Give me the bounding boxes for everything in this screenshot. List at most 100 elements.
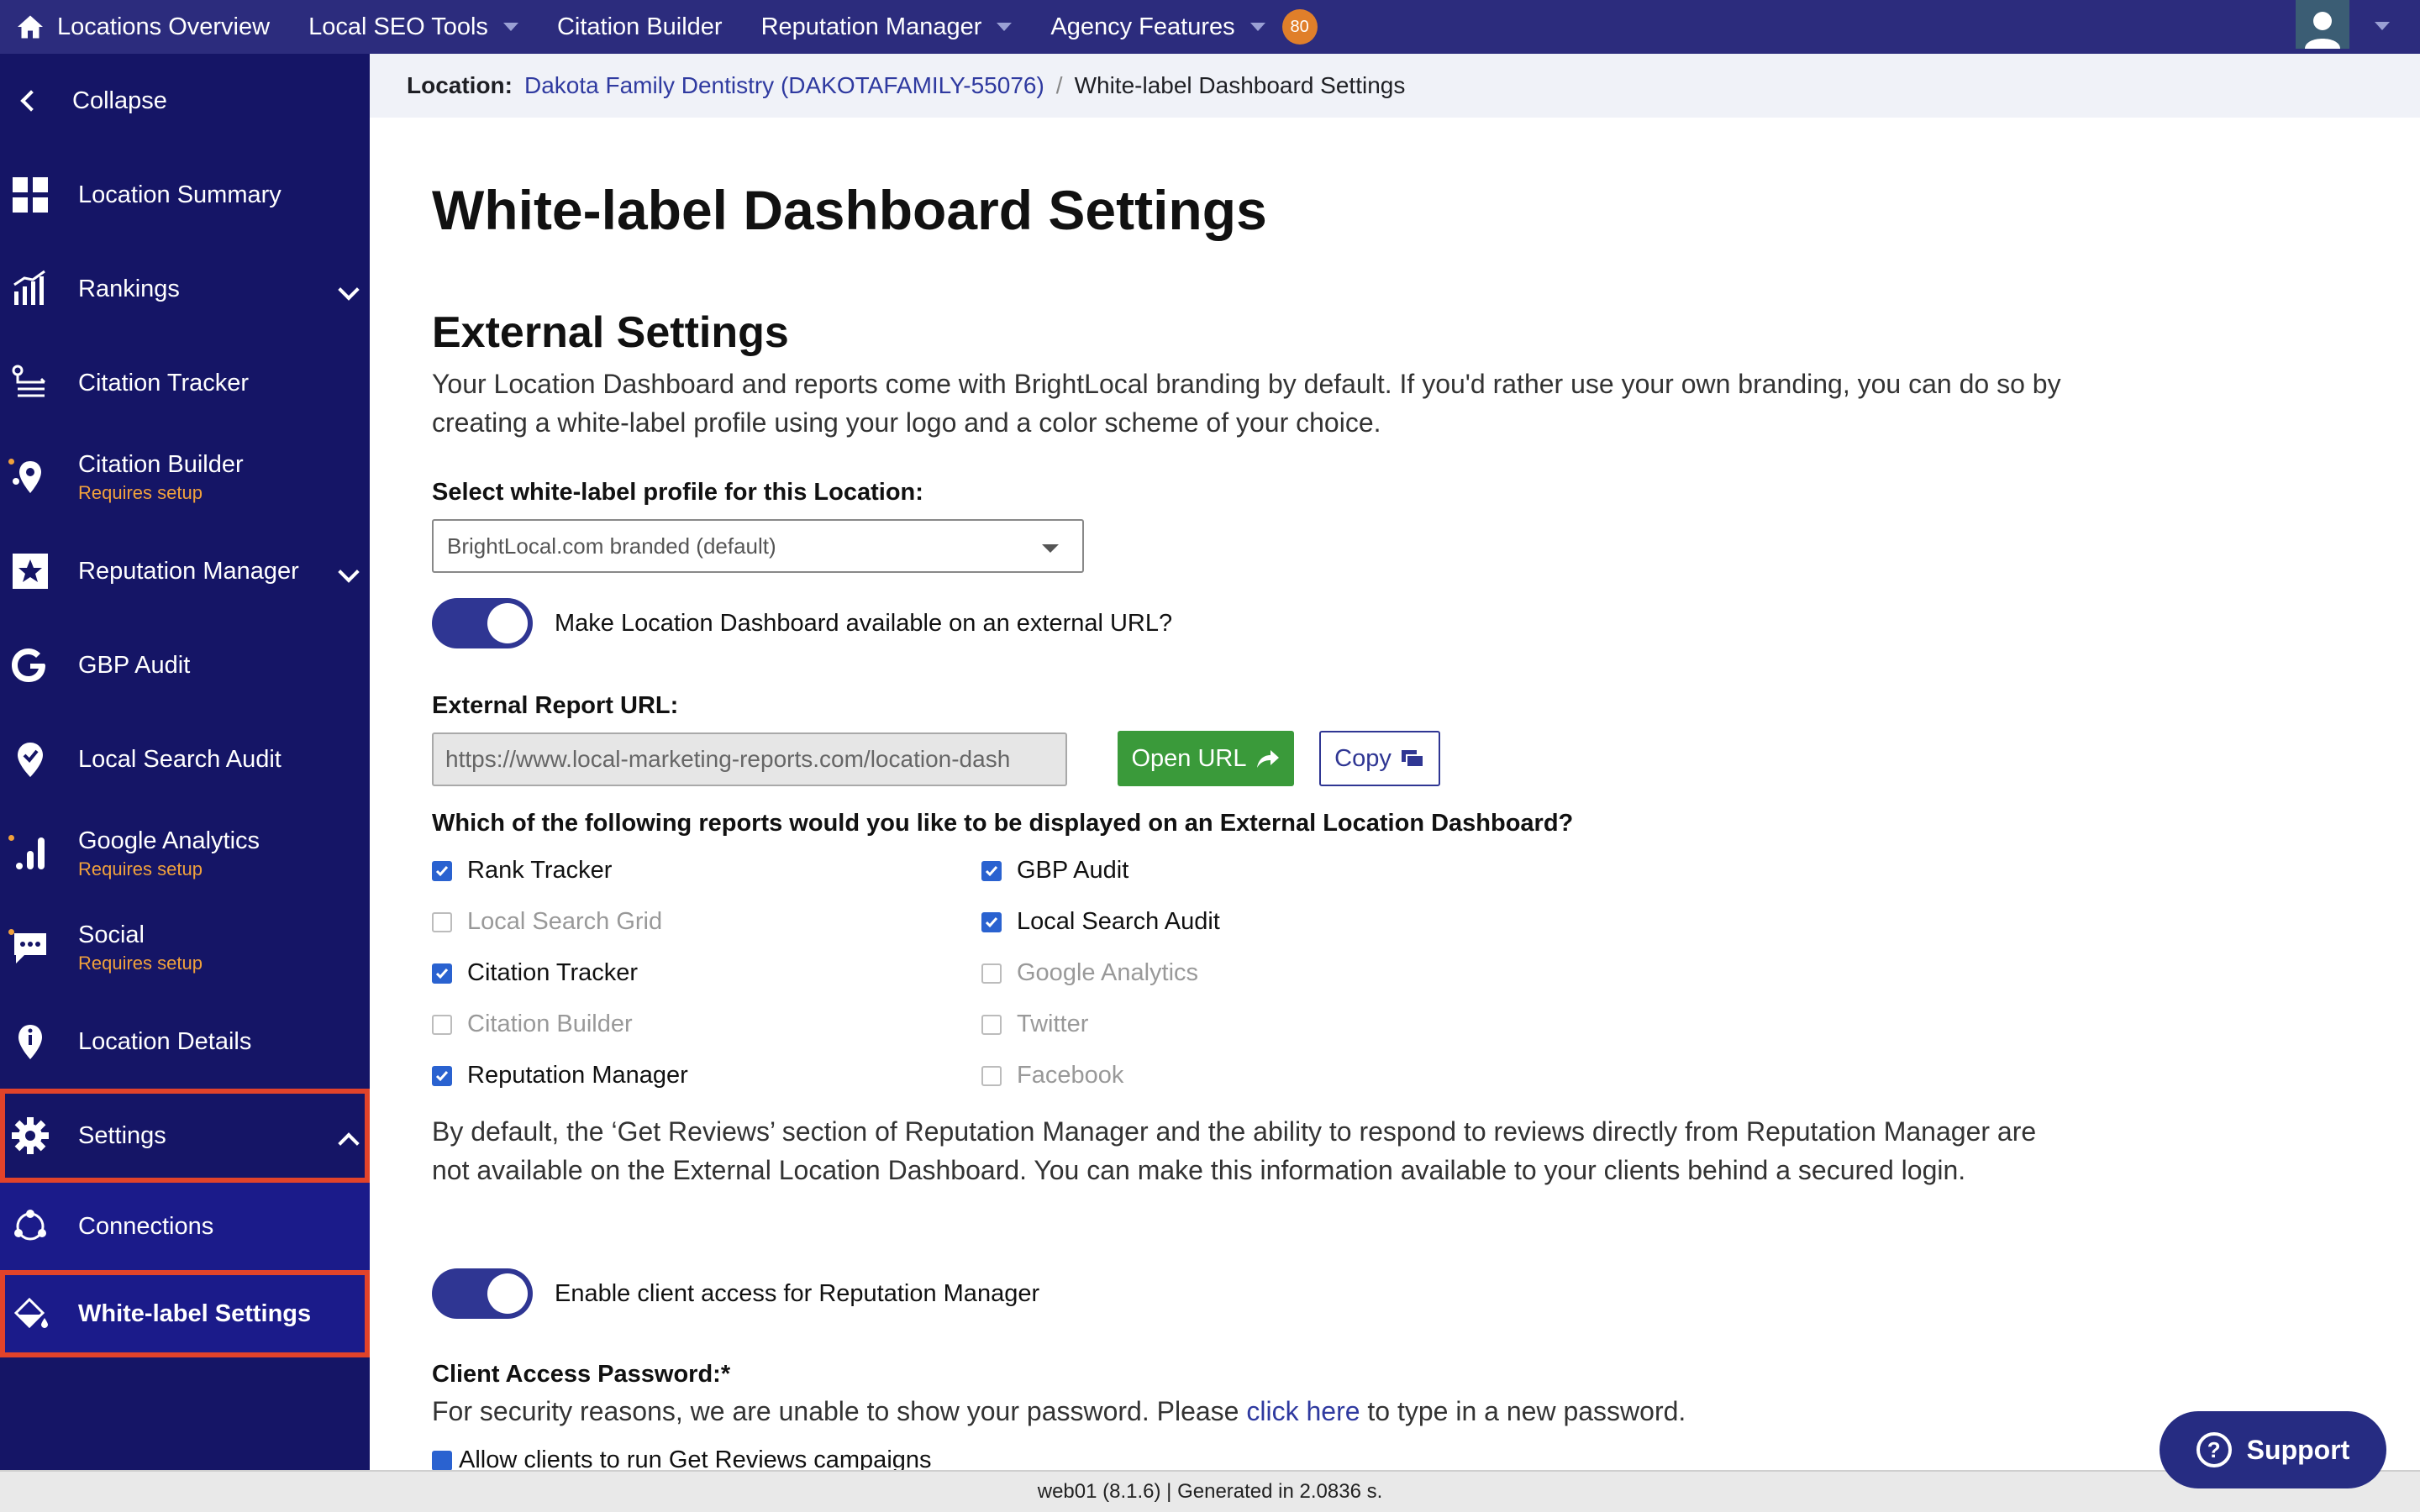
- sidebar-item-gbp-audit[interactable]: GBP Audit: [0, 618, 370, 712]
- help-icon: ?: [2196, 1432, 2232, 1467]
- breadcrumb-separator: /: [1055, 72, 1063, 98]
- sidebar-item-google-analytics[interactable]: Google Analytics Requires setup: [0, 806, 370, 900]
- sidebar-item-citation-tracker[interactable]: Citation Tracker: [0, 336, 370, 430]
- footer: web01 (8.1.6) | Generated in 2.0836 s.: [0, 1470, 2420, 1512]
- caret-down-icon: [1042, 544, 1059, 553]
- copy-button[interactable]: Copy: [1319, 731, 1440, 786]
- report-checkbox[interactable]: Rank Tracker: [432, 857, 612, 885]
- sidebar-item-social[interactable]: Social Requires setup: [0, 900, 370, 995]
- sidebar-item-citation-builder[interactable]: Citation Builder Requires setup: [0, 430, 370, 524]
- sidebar-item-white-label-settings[interactable]: White-label Settings: [0, 1270, 370, 1357]
- report-checkbox[interactable]: Citation Tracker: [432, 959, 638, 987]
- report-checkbox-label: Citation Tracker: [467, 959, 639, 986]
- info-pin-icon: [10, 1021, 50, 1062]
- notification-badge[interactable]: 80: [1281, 9, 1318, 45]
- sidebar-item-location-summary[interactable]: Location Summary: [0, 148, 370, 242]
- breadcrumb-current: White-label Dashboard Settings: [1074, 72, 1406, 98]
- report-checkbox[interactable]: Citation Builder: [432, 1011, 633, 1038]
- report-checkbox-label: Facebook: [1017, 1062, 1124, 1089]
- report-checkbox[interactable]: Facebook: [981, 1062, 1123, 1089]
- report-checkbox[interactable]: Local Search Audit: [981, 908, 1220, 936]
- analytics-icon: [10, 833, 50, 874]
- setup-indicator: [8, 929, 14, 935]
- sidebar-item-reputation-manager[interactable]: Reputation Manager: [0, 524, 370, 618]
- top-navbar: Locations Overview Local SEO Tools Citat…: [0, 0, 2420, 54]
- report-checkbox-label: Reputation Manager: [467, 1062, 688, 1089]
- report-checkbox[interactable]: Google Analytics: [981, 959, 1198, 987]
- paint-bucket-icon: [10, 1294, 50, 1334]
- report-checkbox[interactable]: GBP Audit: [981, 857, 1128, 885]
- sidebar: Collapse Location Summary Rankings Citat…: [0, 54, 370, 1470]
- profile-select-label: Select white-label profile for this Loca…: [432, 479, 923, 506]
- sidebar-item-location-details[interactable]: Location Details: [0, 995, 370, 1089]
- share-arrow-icon: [1256, 750, 1279, 768]
- support-button[interactable]: ? Support: [2160, 1411, 2386, 1488]
- white-label-profile-select[interactable]: BrightLocal.com branded (default): [432, 519, 1084, 573]
- checkbox-unchecked: [432, 1014, 452, 1035]
- report-checkbox[interactable]: Local Search Grid: [432, 908, 662, 936]
- nav-local-seo-tools[interactable]: Local SEO Tools: [308, 0, 518, 54]
- nav-reputation-manager[interactable]: Reputation Manager: [761, 0, 1013, 54]
- chevron-down-icon: [338, 561, 360, 583]
- checkbox-checked: [432, 860, 452, 881]
- external-url-toggle[interactable]: [432, 598, 533, 648]
- chevron-left-icon: [20, 90, 42, 112]
- main-content: White-label Dashboard Settings External …: [370, 118, 2420, 1473]
- client-password-label: Client Access Password:*: [432, 1361, 731, 1388]
- checkbox-checked: [432, 963, 452, 984]
- section-title: External Settings: [432, 308, 789, 357]
- sidebar-item-connections[interactable]: Connections: [0, 1183, 370, 1270]
- bar-chart-icon: [10, 269, 50, 309]
- change-password-link[interactable]: click here: [1246, 1396, 1360, 1426]
- checkbox-unchecked: [981, 1014, 1002, 1035]
- location-check-icon: [10, 739, 50, 780]
- section-description: Your Location Dashboard and reports come…: [432, 369, 2061, 438]
- home-icon[interactable]: [15, 12, 45, 42]
- chevron-down-icon: [997, 23, 1013, 31]
- checkbox-checked: [981, 911, 1002, 932]
- checkbox-unchecked: [432, 911, 452, 932]
- checkbox-checked: [432, 1065, 452, 1086]
- client-access-toggle[interactable]: [432, 1268, 533, 1319]
- report-checkbox[interactable]: Twitter: [981, 1011, 1088, 1038]
- checkbox-checked: [432, 1450, 452, 1471]
- sidebar-item-settings[interactable]: Settings: [0, 1089, 370, 1183]
- copy-icon: [1401, 750, 1424, 768]
- chevron-down-icon: [338, 279, 360, 301]
- footer-text: web01 (8.1.6) | Generated in 2.0836 s.: [1037, 1480, 1383, 1503]
- report-checkbox[interactable]: Reputation Manager: [432, 1062, 688, 1089]
- map-pin-icon: [10, 457, 50, 497]
- chevron-down-icon: [502, 23, 518, 31]
- breadcrumb-label: Location:: [407, 72, 513, 98]
- setup-indicator: [8, 835, 14, 841]
- sidebar-item-local-search-audit[interactable]: Local Search Audit: [0, 712, 370, 806]
- chat-icon: [10, 927, 50, 968]
- external-url-field[interactable]: https://www.local-marketing-reports.com/…: [432, 732, 1067, 786]
- external-url-label: External Report URL:: [432, 692, 679, 719]
- report-checkbox-label: Local Search Grid: [467, 908, 663, 935]
- client-access-toggle-label: Enable client access for Reputation Mana…: [555, 1279, 1040, 1307]
- breadcrumb-location-link[interactable]: Dakota Family Dentistry (DAKOTAFAMILY-55…: [524, 72, 1044, 99]
- user-avatar[interactable]: [2296, 0, 2349, 49]
- google-icon: [10, 645, 50, 685]
- nav-citation-builder[interactable]: Citation Builder: [557, 0, 723, 54]
- open-url-button[interactable]: Open URL: [1118, 731, 1294, 786]
- external-url-toggle-row: Make Location Dashboard available on an …: [432, 598, 1172, 648]
- report-checkbox-label: Google Analytics: [1017, 959, 1199, 986]
- nav-locations-overview[interactable]: Locations Overview: [57, 0, 270, 54]
- report-checkbox-label: Local Search Audit: [1017, 908, 1220, 935]
- user-icon: [2305, 12, 2340, 49]
- sidebar-collapse-button[interactable]: Collapse: [0, 54, 370, 148]
- client-password-text: For security reasons, we are unable to s…: [432, 1396, 1686, 1426]
- report-checkbox-label: Twitter: [1017, 1011, 1089, 1037]
- report-checkbox-label: Rank Tracker: [467, 857, 613, 884]
- chevron-down-icon[interactable]: [2375, 22, 2390, 30]
- chevron-down-icon: [1249, 23, 1265, 31]
- toggle-knob: [487, 603, 528, 643]
- chevron-up-icon: [338, 1132, 360, 1154]
- nav-agency-features[interactable]: Agency Features: [1050, 0, 1265, 54]
- route-icon: [10, 363, 50, 403]
- checkbox-unchecked: [981, 1065, 1002, 1086]
- connections-icon: [10, 1206, 50, 1247]
- sidebar-item-rankings[interactable]: Rankings: [0, 242, 370, 336]
